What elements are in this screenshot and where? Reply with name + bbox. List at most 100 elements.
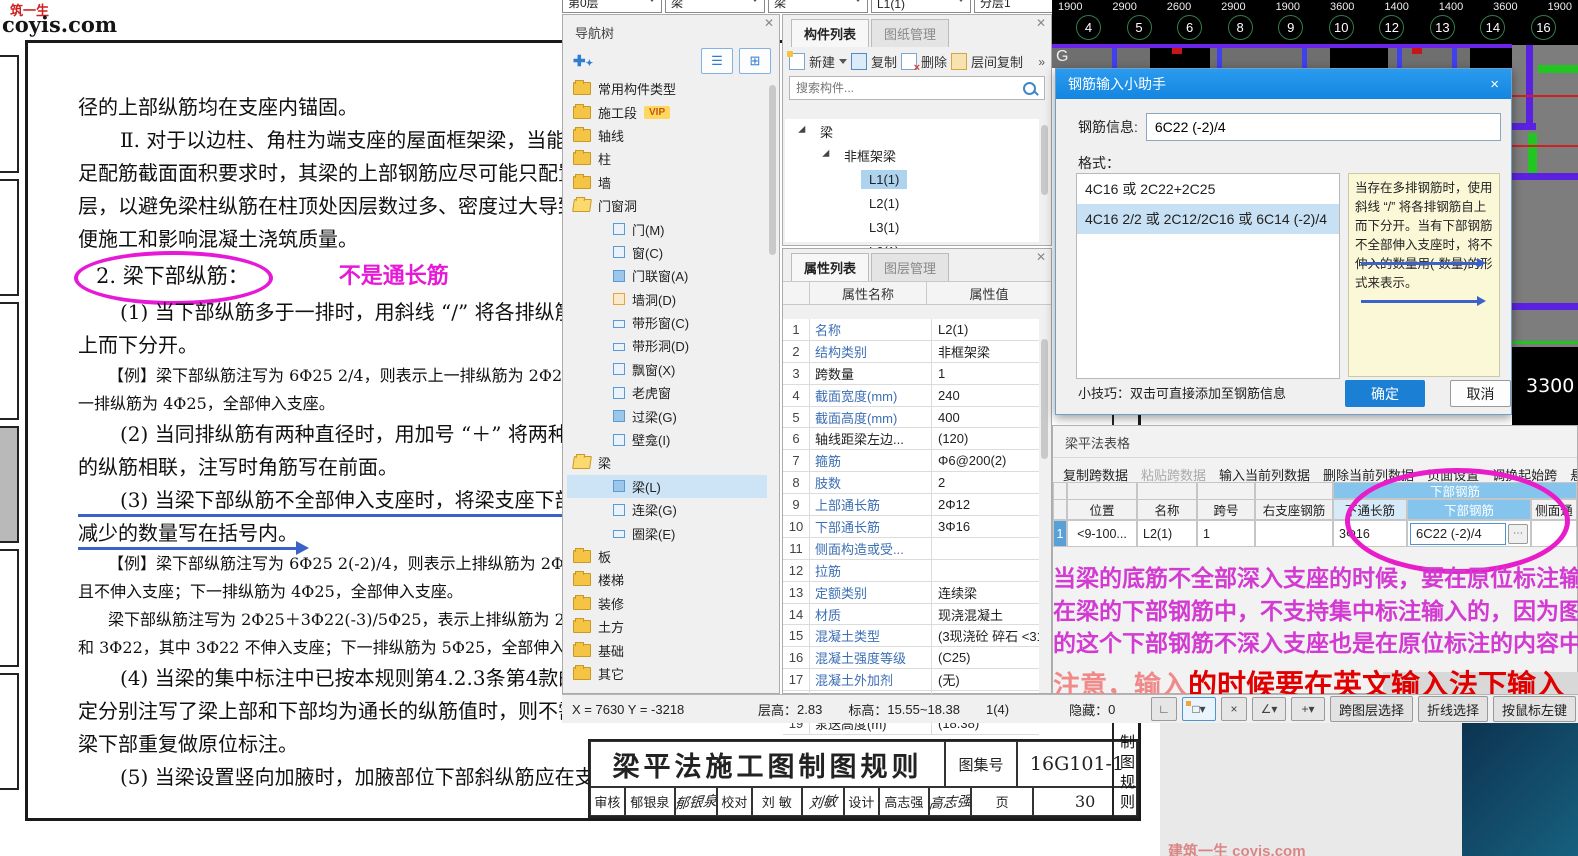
property-value[interactable]: L2(1)	[932, 322, 1039, 337]
cell-name[interactable]: L2(1)	[1137, 520, 1197, 547]
property-value[interactable]: (C25)	[932, 650, 1039, 665]
properties-scrollbar[interactable]	[1041, 339, 1048, 459]
property-value[interactable]: 现浇混凝土	[932, 605, 1039, 624]
bottom-rebar-input[interactable]: 6C22 (-2)/4	[1410, 522, 1506, 545]
document-line: 和 3Φ22，其中 3Φ22 不伸入支座；下一排纵筋为 5Φ25，全部伸入支座。	[78, 638, 614, 657]
angle-icon[interactable]: ∠▾	[1251, 697, 1286, 721]
cancel-button[interactable]: 取消	[1450, 380, 1511, 407]
property-value[interactable]: (120)	[932, 431, 1039, 446]
combo-select[interactable]: 梁	[768, 0, 868, 13]
component-tree-item[interactable]: L1(1)	[785, 167, 1039, 191]
nav-tree-item[interactable]: 墙洞(D)	[567, 288, 767, 311]
chevron-down-icon[interactable]	[839, 59, 848, 68]
tab-property-list[interactable]: 属性列表	[791, 253, 870, 281]
nav-tree-item[interactable]: 装修	[567, 592, 767, 615]
nav-tree-item[interactable]: 常用构件类型	[567, 77, 767, 100]
nav-tree-item[interactable]: 带形窗(C)	[567, 311, 767, 334]
nav-tree-item[interactable]: 门窗洞	[567, 194, 767, 217]
nav-tree-item[interactable]: 过梁(G)	[567, 404, 767, 427]
tab-component-list[interactable]: 构件列表	[791, 19, 870, 47]
format-option[interactable]: 4C16 或 2C22+2C25	[1077, 174, 1339, 204]
nav-tree-item[interactable]: 墙	[567, 171, 767, 194]
search-icon[interactable]	[1023, 81, 1036, 95]
property-value[interactable]: 1	[932, 366, 1039, 381]
nav-tree-item[interactable]: 基础	[567, 638, 767, 661]
select-box-icon[interactable]: □▾	[1181, 697, 1216, 721]
delete-button[interactable]: 删除	[921, 52, 947, 71]
component-tree-item[interactable]: 梁	[785, 119, 1039, 143]
property-value[interactable]: 240	[932, 388, 1039, 403]
expand-caret-icon[interactable]	[798, 125, 809, 137]
tab-layer-manage[interactable]: 图层管理	[871, 253, 950, 281]
mouse-left-button[interactable]: 按鼠标左键	[1492, 696, 1576, 722]
property-row: 16 混凝土强度等级 (C25)	[783, 647, 1039, 670]
more-icon[interactable]: »	[1038, 55, 1045, 69]
property-value[interactable]: 非框架梁	[932, 342, 1039, 361]
nav-tree-item[interactable]: 柱	[567, 147, 767, 170]
new-button[interactable]: 新建	[809, 52, 835, 71]
rebar-info-input[interactable]	[1145, 113, 1501, 141]
cross-icon[interactable]: ×	[1220, 697, 1247, 721]
property-value[interactable]: 连续梁	[932, 583, 1039, 602]
nav-tree-item[interactable]: 带形洞(D)	[567, 334, 767, 357]
component-scrollbar[interactable]	[1041, 125, 1048, 195]
close-icon[interactable]: ✕	[764, 17, 774, 29]
format-option[interactable]: 4C16 2/2 或 2C12/2C16 或 6C14 (-2)/4	[1077, 204, 1339, 234]
property-value[interactable]: 400	[932, 410, 1039, 425]
favorite-icon[interactable]: ✚✦	[573, 52, 593, 70]
cell-side[interactable]	[1531, 520, 1577, 547]
combo-select[interactable]: 梁	[665, 0, 765, 13]
polyline-select-button[interactable]: 折线选择	[1417, 696, 1488, 722]
nav-tree-item[interactable]: 轴线	[567, 124, 767, 147]
close-icon[interactable]: ×	[1490, 76, 1499, 93]
cell-span-no[interactable]: 1	[1197, 520, 1255, 547]
property-value[interactable]: (无)	[932, 670, 1039, 689]
nav-scrollbar[interactable]	[769, 85, 776, 255]
close-icon[interactable]: ✕	[1036, 251, 1046, 263]
measure-icon[interactable]: +▾	[1290, 697, 1325, 721]
nav-tree-item[interactable]: 门(M)	[567, 217, 767, 240]
cell-position[interactable]: <9-100...	[1067, 520, 1137, 547]
property-value[interactable]: (3现浇砼 碎石 <31.5...	[932, 626, 1039, 645]
ortho-icon[interactable]: ∟	[1150, 697, 1177, 721]
property-value[interactable]: Φ6@200(2)	[932, 453, 1039, 468]
expand-caret-icon[interactable]	[822, 149, 833, 161]
nav-tree-item[interactable]: 飘窗(X)	[567, 358, 767, 381]
cross-layer-select-button[interactable]: 跨图层选择	[1329, 696, 1413, 722]
nav-tree-item[interactable]: 楼梯	[567, 568, 767, 591]
nav-tree-item[interactable]: 土方	[567, 615, 767, 638]
property-value[interactable]: 3Φ16	[932, 519, 1039, 534]
component-tree-item[interactable]: 非框架梁	[785, 143, 1039, 167]
property-value[interactable]: 2	[932, 475, 1039, 490]
nav-tree-item[interactable]: 梁	[567, 451, 767, 474]
nav-tree-item[interactable]: 圈梁(E)	[567, 521, 767, 544]
search-input[interactable]	[790, 81, 1023, 95]
dialog-titlebar[interactable]: 钢筋输入小助手 ×	[1056, 69, 1511, 99]
close-icon[interactable]: ✕	[1036, 17, 1046, 29]
nav-tree-item[interactable]: 梁(L)	[567, 474, 767, 499]
component-tree-item[interactable]: L2(1)	[785, 191, 1039, 215]
nav-tree-item[interactable]: 板	[567, 545, 767, 568]
nav-tree-item[interactable]: 施工段 VIP	[567, 100, 767, 123]
nav-tree-item[interactable]: 窗(C)	[567, 241, 767, 264]
row-number[interactable]: 1	[1053, 520, 1067, 547]
cell-bottom-through[interactable]: 3Φ16	[1333, 520, 1407, 547]
property-value[interactable]: 2Φ12	[932, 497, 1039, 512]
nav-tree-item[interactable]: 其它	[567, 662, 767, 685]
cell-right-support[interactable]	[1255, 520, 1333, 547]
ok-button[interactable]: 确定	[1345, 380, 1425, 407]
nav-tree-item[interactable]: 老虎窗	[567, 381, 767, 404]
list-view-icon[interactable]: ☰	[701, 48, 733, 74]
panel-view-icon[interactable]: ⊞	[739, 48, 771, 74]
component-tree-item[interactable]: L3(1)	[785, 215, 1039, 239]
nav-tree-item[interactable]: 壁龛(I)	[567, 428, 767, 451]
layer-copy-button[interactable]: 层间复制	[971, 52, 1023, 71]
copy-button[interactable]: 复制	[871, 52, 897, 71]
combo-select[interactable]: L1(1)	[871, 0, 971, 13]
ellipsis-button[interactable]: ⋯	[1508, 523, 1528, 544]
combo-select[interactable]: 第0层	[562, 0, 662, 13]
nav-tree-item[interactable]: 门联窗(A)	[567, 264, 767, 287]
nav-tree-item[interactable]: 连梁(G)	[567, 498, 767, 521]
cad-canvas-right[interactable]: 3300	[1512, 45, 1578, 430]
tab-drawing-manage[interactable]: 图纸管理	[871, 19, 950, 47]
